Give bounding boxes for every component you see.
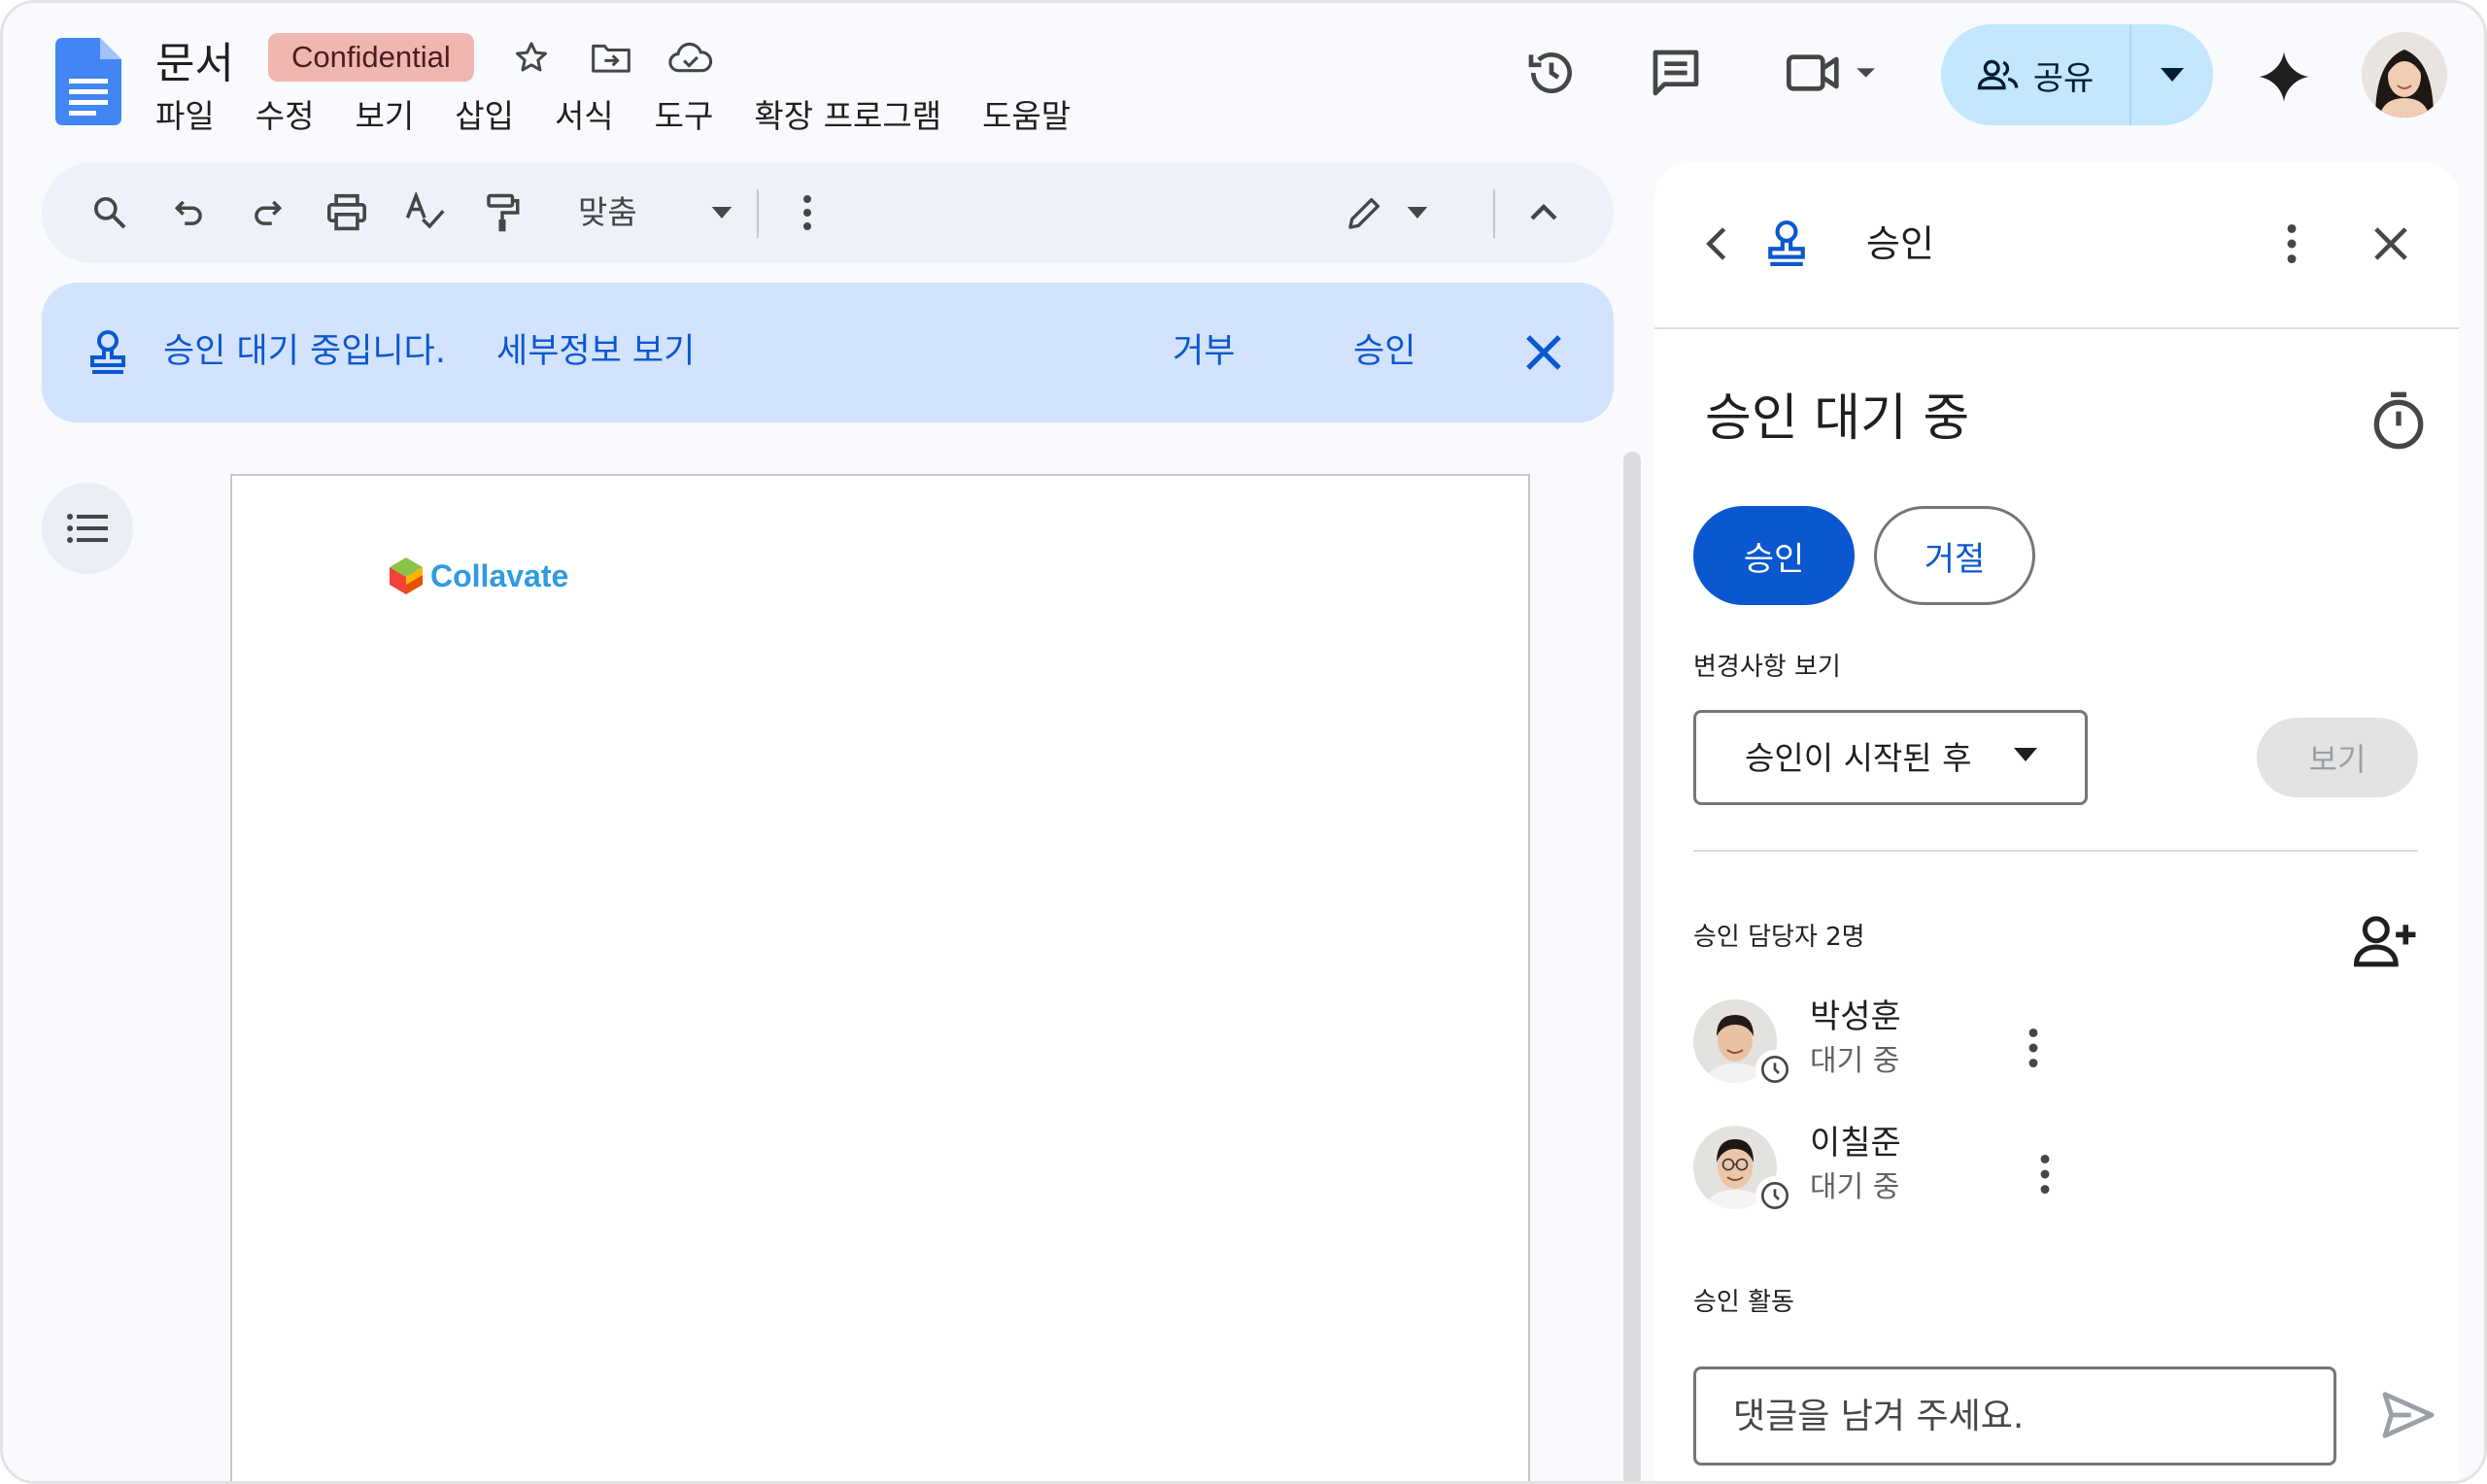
- collapse-menus-chevron-up-icon[interactable]: [1516, 186, 1571, 240]
- user-avatar[interactable]: [2362, 32, 2447, 118]
- approver-more-icon[interactable]: [2026, 1145, 2064, 1203]
- more-options-icon[interactable]: [780, 186, 835, 240]
- editing-mode-dropdown-icon[interactable]: [1390, 186, 1445, 240]
- comments-icon[interactable]: [1645, 42, 1707, 104]
- menu-file[interactable]: 파일: [155, 90, 215, 137]
- approver-status: 대기 중: [1810, 1044, 1900, 1078]
- docs-logo-icon[interactable]: [55, 38, 121, 125]
- menu-help[interactable]: 도움말: [982, 90, 1071, 137]
- menu-tools[interactable]: 도구: [655, 90, 714, 137]
- meet-video-icon[interactable]: [1781, 42, 1888, 104]
- share-button[interactable]: 공유: [1941, 24, 2213, 125]
- timer-icon: [2373, 391, 2424, 450]
- cloud-saved-icon[interactable]: [667, 34, 714, 81]
- approval-side-panel: 승인 승인 대기 중 승인 거절 변경사항 보기 승인이 시작된 후 보기 승인…: [1654, 162, 2459, 1481]
- share-main-button[interactable]: 공유: [1941, 24, 2131, 125]
- section-divider: [1693, 850, 2418, 852]
- comment-input[interactable]: [1733, 1391, 2297, 1441]
- approver-row: 이칠준 대기 중: [1693, 1116, 2418, 1223]
- approval-stamp-icon: [1757, 215, 1816, 273]
- toolbar-divider: [757, 189, 759, 238]
- zoom-select-label[interactable]: 맞춤: [578, 184, 637, 242]
- add-approver-icon[interactable]: [2354, 910, 2418, 974]
- panel-more-options-icon[interactable]: [2263, 215, 2321, 273]
- move-folder-icon[interactable]: [588, 34, 634, 81]
- banner-approve-button[interactable]: 승인: [1353, 327, 1415, 376]
- spellcheck-icon[interactable]: [397, 186, 452, 240]
- panel-title: 승인: [1866, 222, 1934, 265]
- editing-toolbar: 맞춤: [42, 162, 1614, 263]
- panel-header-divider: [1654, 327, 2459, 329]
- collavate-logo: Collavate: [388, 556, 568, 596]
- pending-clock-icon: [1755, 1176, 1794, 1215]
- share-dropdown-button[interactable]: [2131, 24, 2213, 125]
- changes-range-value: 승인이 시작된 후: [1745, 739, 1972, 777]
- banner-reject-button[interactable]: 거부: [1173, 327, 1235, 376]
- menu-insert[interactable]: 삽입: [455, 90, 514, 137]
- search-menus-icon[interactable]: [83, 186, 137, 240]
- people-icon: [1977, 59, 2019, 90]
- redo-icon[interactable]: [240, 186, 294, 240]
- approver-row: 박성훈 대기 중: [1693, 990, 2418, 1096]
- menu-edit[interactable]: 수정: [256, 90, 315, 137]
- approval-status-title: 승인 대기 중: [1705, 389, 1970, 448]
- share-label: 공유: [2032, 58, 2095, 98]
- send-icon[interactable]: [2377, 1384, 2439, 1446]
- undo-icon[interactable]: [162, 186, 217, 240]
- document-scrollbar[interactable]: [1623, 452, 1641, 1481]
- chevron-down-icon: [2014, 748, 2037, 761]
- pending-clock-icon: [1755, 1050, 1794, 1089]
- view-changes-label: 변경사항 보기: [1693, 653, 1841, 682]
- approver-more-icon[interactable]: [2014, 1019, 2053, 1077]
- menu-view[interactable]: 보기: [355, 90, 414, 137]
- approval-activity-label: 승인 활동: [1693, 1288, 1794, 1317]
- document-title[interactable]: 문서: [155, 28, 234, 90]
- banner-message: 승인 대기 중입니다.: [163, 332, 446, 371]
- comment-field[interactable]: [1693, 1366, 2336, 1466]
- approval-pending-banner: 승인 대기 중입니다. 세부정보 보기 거부 승인: [42, 283, 1614, 422]
- gemini-sparkle-icon[interactable]: [2253, 46, 2315, 108]
- back-chevron-icon[interactable]: [1687, 215, 1746, 273]
- version-history-icon[interactable]: [1520, 42, 1583, 104]
- approvers-count-label: 승인 담당자 2명: [1693, 923, 1865, 952]
- list-icon: [67, 514, 108, 543]
- document-page[interactable]: Collavate: [230, 474, 1530, 1481]
- approver-status: 대기 중: [1810, 1170, 1900, 1204]
- approver-name: 이칠준: [1810, 1124, 1901, 1163]
- collavate-logo-text: Collavate: [430, 557, 569, 593]
- star-icon[interactable]: [508, 34, 555, 81]
- approval-stamp-icon: [90, 330, 125, 374]
- collavate-logo-icon: [390, 557, 423, 594]
- confidential-label-badge[interactable]: Confidential: [268, 33, 474, 82]
- panel-reject-button[interactable]: 거절: [1874, 506, 2035, 605]
- app-window: 문서 Confidential 파일 수정 보기 삽입 서식 도구 확장 프로그…: [0, 0, 2487, 1484]
- toolbar-divider: [1493, 189, 1495, 238]
- menu-bar: 파일 수정 보기 삽입 서식 도구 확장 프로그램 도움말: [155, 90, 1111, 137]
- close-icon[interactable]: [1524, 333, 1563, 372]
- zoom-dropdown-icon[interactable]: [695, 186, 749, 240]
- paint-format-icon[interactable]: [475, 186, 529, 240]
- editing-mode-pencil-icon[interactable]: [1338, 186, 1392, 240]
- panel-approve-button[interactable]: 승인: [1693, 506, 1855, 605]
- print-icon[interactable]: [320, 186, 374, 240]
- panel-close-icon[interactable]: [2362, 215, 2420, 273]
- view-details-link[interactable]: 세부정보 보기: [496, 327, 695, 376]
- menu-format[interactable]: 서식: [555, 90, 614, 137]
- document-outline-button[interactable]: [42, 483, 133, 574]
- menu-extensions[interactable]: 확장 프로그램: [754, 90, 941, 137]
- chevron-down-icon: [2161, 68, 2184, 82]
- approver-name: 박성훈: [1810, 997, 1901, 1036]
- changes-range-select[interactable]: 승인이 시작된 후: [1693, 710, 2088, 805]
- view-changes-button[interactable]: 보기: [2257, 718, 2418, 797]
